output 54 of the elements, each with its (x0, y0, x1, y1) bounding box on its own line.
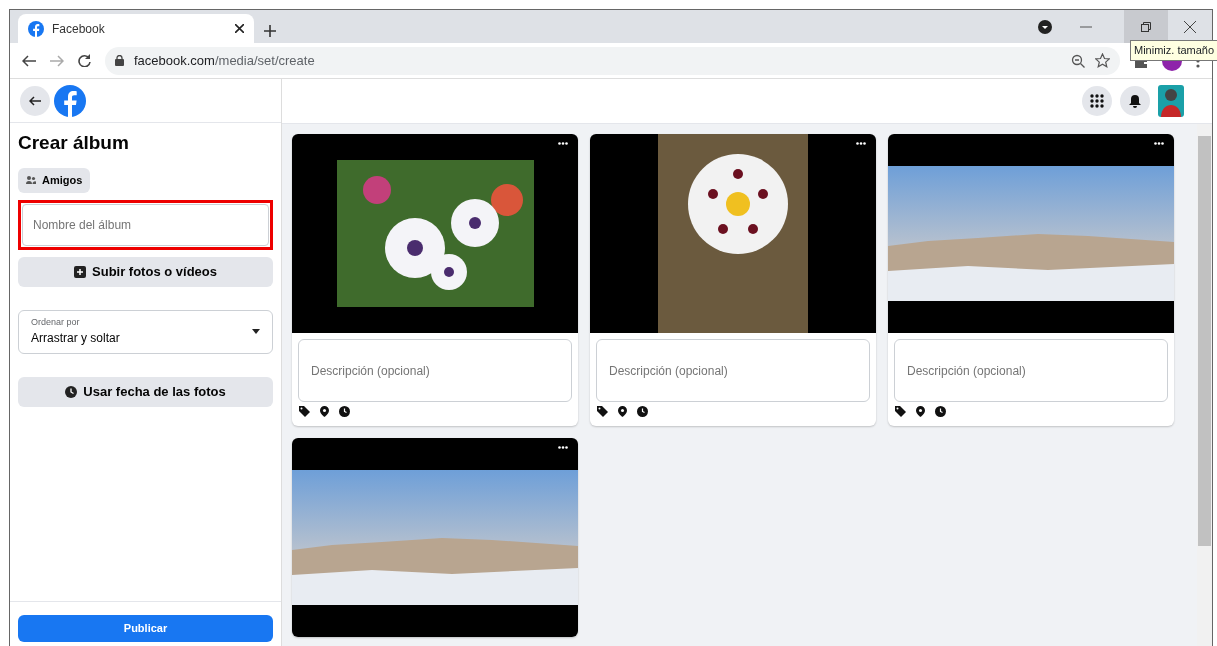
reload-icon[interactable] (78, 54, 91, 67)
address-bar[interactable]: facebook.com/media/set/create (105, 46, 1120, 75)
date-button[interactable]: Usar fecha de las fotos (18, 376, 273, 407)
grid-icon (1090, 94, 1104, 108)
clock-icon[interactable] (935, 406, 946, 417)
description-field[interactable]: Descripción (opcional) (894, 339, 1168, 402)
new-tab-icon[interactable] (264, 25, 276, 37)
menu-button[interactable] (1082, 86, 1112, 116)
avatar-icon[interactable] (1158, 85, 1184, 117)
back-arrow-icon (29, 95, 41, 106)
more-options-icon[interactable] (856, 142, 866, 145)
clock-icon[interactable] (637, 406, 648, 417)
tag-icon[interactable] (597, 406, 608, 417)
logo-icon[interactable] (54, 84, 86, 117)
sort-label: Ordenar por (31, 315, 81, 329)
location-pin-icon[interactable] (916, 406, 925, 417)
lock-icon (115, 55, 124, 66)
dropdown-caret-icon (252, 329, 260, 334)
add-photo-icon (74, 265, 86, 278)
location-pin-icon[interactable] (618, 406, 627, 417)
bell-icon (1129, 94, 1141, 108)
more-options-icon[interactable] (1154, 142, 1164, 145)
scrollbar[interactable] (1197, 124, 1212, 646)
restore-icon (1141, 21, 1151, 32)
close-icon[interactable] (1184, 20, 1196, 33)
star-icon[interactable] (1095, 53, 1110, 68)
more-options-icon[interactable] (558, 142, 568, 145)
clock-icon (65, 385, 78, 398)
clock-icon[interactable] (339, 406, 350, 417)
people-icon (26, 176, 36, 184)
url-text: facebook.com/media/set/create (134, 51, 315, 70)
more-options-icon[interactable] (558, 446, 568, 449)
location-pin-icon[interactable] (320, 406, 329, 417)
tag-icon[interactable] (299, 406, 310, 417)
album-name-field[interactable]: Nombre del álbum (22, 203, 269, 246)
restore-button[interactable] (1124, 10, 1168, 43)
description-field[interactable]: Descripción (opcional) (298, 339, 572, 402)
upload-button[interactable]: Subir fotos o vídeos (18, 256, 273, 287)
media-control-icon[interactable] (1038, 19, 1052, 34)
audience-button[interactable]: Amigos (18, 167, 91, 193)
sort-value: Arrastrar y soltar (31, 330, 120, 348)
sort-select[interactable]: Ordenar por Arrastrar y soltar (18, 309, 273, 354)
back-icon[interactable] (22, 54, 36, 67)
tab-title[interactable]: Facebook (52, 19, 105, 38)
publish-button[interactable]: Publicar (18, 615, 273, 642)
tag-icon[interactable] (895, 406, 906, 417)
tooltip: Minimiz. tamaño (1130, 40, 1217, 61)
sidebar-title: Crear álbum (18, 131, 130, 155)
back-button[interactable] (20, 85, 50, 116)
tab-close-icon[interactable] (235, 24, 244, 33)
zoom-out-icon[interactable] (1071, 53, 1085, 68)
favicon-icon (28, 20, 44, 37)
description-field[interactable]: Descripción (opcional) (596, 339, 870, 402)
notifications-button[interactable] (1120, 86, 1150, 116)
